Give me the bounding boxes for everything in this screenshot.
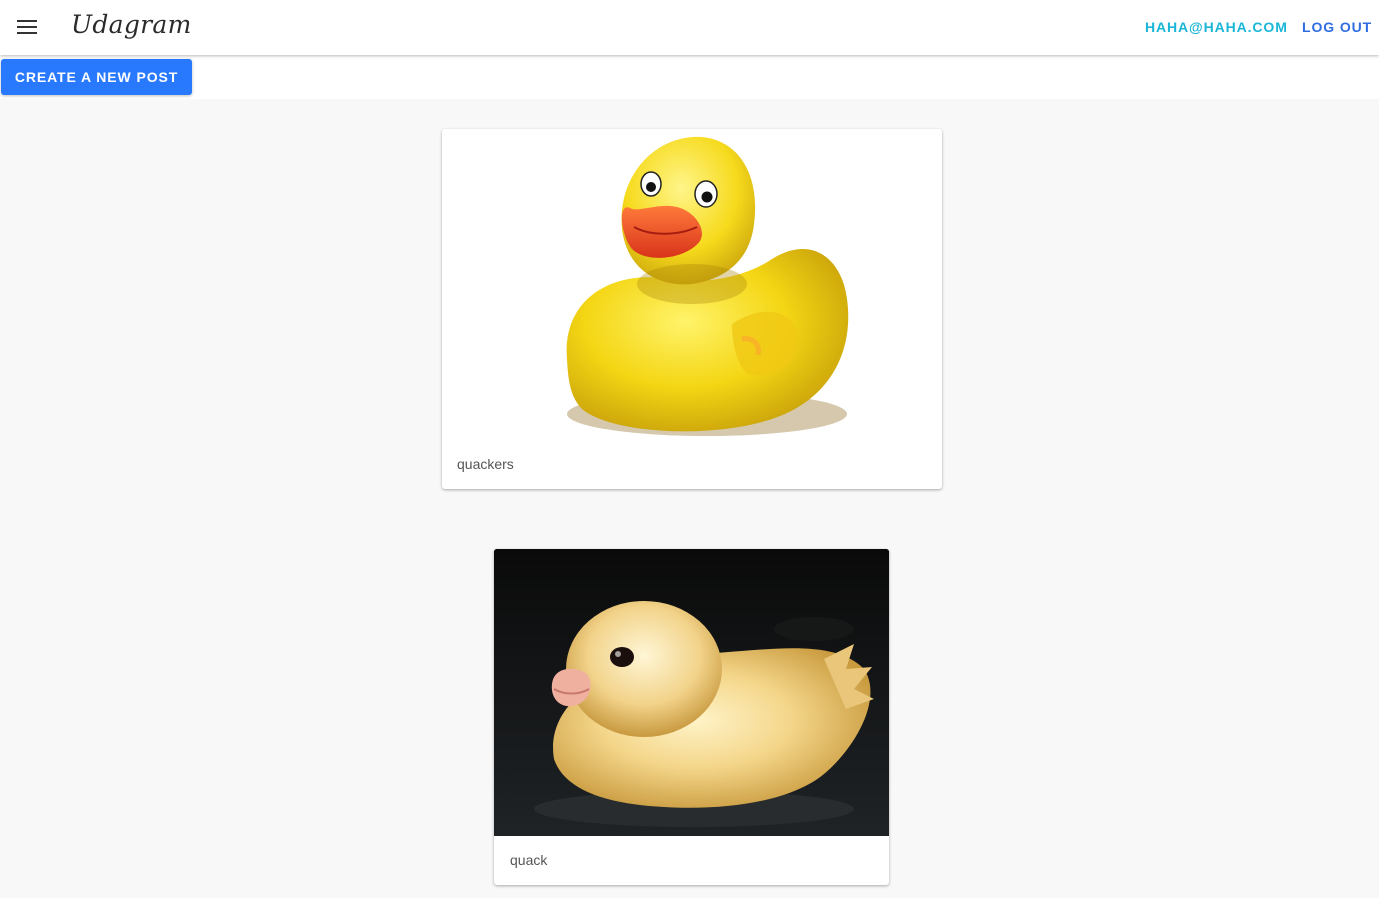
- post-caption: quackers: [457, 456, 514, 472]
- post-card: quack: [494, 549, 889, 885]
- logout-link[interactable]: LOG OUT: [1302, 19, 1372, 35]
- user-email-link[interactable]: HAHA@HAHA.COM: [1145, 19, 1288, 35]
- post-card: quackers: [442, 129, 942, 489]
- post-caption: quack: [510, 852, 548, 868]
- duckling-image: [494, 549, 889, 836]
- create-post-button[interactable]: CREATE A NEW POST: [1, 59, 192, 95]
- menu-icon: [17, 20, 37, 34]
- rubber-duck-image: [442, 129, 942, 441]
- menu-button[interactable]: [11, 11, 43, 43]
- brand-logo[interactable]: Udagram: [71, 10, 192, 39]
- app-toolbar: Udagram HAHA@HAHA.COM LOG OUT: [0, 0, 1379, 55]
